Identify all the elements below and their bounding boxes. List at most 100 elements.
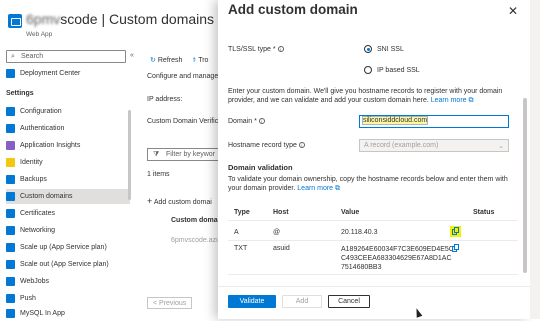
sidebar-item-label: Push — [20, 295, 36, 302]
cancel-button[interactable]: Cancel — [328, 295, 370, 308]
record-txt-value: A189264E60034F7C3E609ED4E5C C493CEEA6833… — [341, 245, 454, 272]
domain-row-value[interactable]: 6pmvscode.azu — [171, 237, 220, 244]
identity-icon — [6, 158, 15, 167]
sidebar-item-label: Networking — [20, 227, 56, 234]
column-header-custom-domain: Custom domai — [171, 217, 220, 224]
external-link-icon: ⧉ — [468, 97, 474, 104]
sidebar-search-input[interactable]: ⌕ Search — [6, 50, 126, 63]
page-title: 6pmvscode | Custom domains — [26, 11, 214, 27]
table-divider — [228, 240, 518, 241]
troubleshoot-button[interactable]: Tro — [198, 57, 208, 64]
search-placeholder: Search — [21, 53, 44, 60]
app-service-logo-icon — [8, 14, 22, 28]
chevron-down-icon: ⌄ — [498, 143, 504, 150]
networking-icon — [6, 226, 15, 235]
scale-out-icon — [6, 260, 15, 269]
troubleshoot-icon[interactable]: ⚕ — [192, 56, 196, 64]
column-header-status: Status — [473, 209, 495, 216]
hostname-record-type-placeholder: A record (example.com) — [364, 142, 439, 149]
sidebar-item-webjobs[interactable]: WebJobs — [6, 274, 130, 289]
sidebar-item-deployment-center[interactable]: Deployment Center — [6, 66, 130, 81]
close-icon[interactable]: ✕ — [508, 4, 518, 18]
sidebar-item-push[interactable]: Push — [6, 291, 130, 306]
validation-text: To validate your domain ownership, copy … — [228, 175, 510, 193]
info-icon[interactable]: i — [258, 118, 265, 124]
configuration-icon — [6, 107, 15, 116]
domain-label: Domain * i — [228, 118, 265, 125]
panel-title: Add custom domain — [228, 2, 358, 17]
learn-more-link[interactable]: Learn more ⧉ — [297, 185, 340, 192]
sidebar-item-identity[interactable]: Identity — [6, 155, 130, 170]
page-title-blurred: 6pmv — [26, 11, 61, 27]
domain-input-value: siliconsiddcloud.com — [363, 117, 428, 124]
record-a-host: @ — [273, 229, 281, 236]
sidebar-item-label: Identity — [20, 159, 43, 166]
main-toolbar: ↻ Refresh ⚕ Tro — [150, 56, 210, 65]
record-txt-value-line: C493CEEA683304629E67A8D1AC — [341, 255, 452, 262]
ip-address-label: IP address: — [147, 96, 183, 103]
domain-label-text: Domain * — [228, 118, 257, 125]
application-insights-icon — [6, 141, 15, 150]
sidebar-item-label: Application Insights — [20, 142, 81, 149]
info-icon[interactable]: i — [298, 142, 305, 148]
footer-divider — [218, 286, 530, 287]
filter-icon: ⧩ — [153, 151, 160, 158]
sidebar-item-label: WebJobs — [20, 278, 50, 285]
column-header-host: Host — [273, 209, 289, 216]
sidebar-item-label: Backups — [20, 176, 47, 183]
sidebar-item-application-insights[interactable]: Application Insights — [6, 138, 130, 153]
sidebar-item-label: Configuration — [20, 108, 62, 115]
sidebar-item-scale-up[interactable]: Scale up (App Service plan) — [6, 240, 130, 255]
panel-scrollbar[interactable] — [523, 98, 527, 273]
custom-domains-icon — [6, 192, 15, 201]
ip-based-ssl-label: IP based SSL — [377, 66, 420, 74]
sidebar-item-configuration[interactable]: Configuration — [6, 104, 130, 119]
record-a-type: A — [234, 229, 239, 236]
sidebar-item-custom-domains[interactable]: Custom domains — [6, 189, 130, 204]
mysql-icon — [6, 309, 15, 318]
webjobs-icon — [6, 277, 15, 286]
blade-header: 6pmvscode | Custom domains Web App — [0, 0, 230, 50]
validate-button[interactable]: Validate — [228, 295, 276, 308]
add-custom-domain-panel: Add custom domain ✕ TLS/SSL type * i SNI … — [218, 0, 530, 319]
sidebar-item-label: Authentication — [20, 125, 65, 132]
add-button[interactable]: Add — [282, 295, 322, 308]
intro-text: Enter your custom domain. We'll give you… — [228, 87, 510, 105]
collapse-sidebar-icon[interactable]: « — [130, 52, 134, 59]
info-icon[interactable]: i — [277, 46, 284, 52]
sidebar-scrollbar[interactable] — [128, 110, 131, 200]
refresh-button[interactable]: Refresh — [158, 57, 183, 64]
certificates-icon — [6, 209, 15, 218]
mouse-cursor-icon — [413, 307, 423, 318]
radio-sni-ssl[interactable]: SNI SSL — [364, 45, 404, 53]
hostname-record-type-select[interactable]: A record (example.com) ⌄ — [359, 139, 509, 152]
learn-more-link[interactable]: Learn more ⧉ — [431, 97, 474, 104]
sidebar-item-certificates[interactable]: Certificates — [6, 206, 130, 221]
table-divider — [228, 274, 518, 275]
deployment-center-icon — [6, 69, 15, 78]
scale-up-icon — [6, 243, 15, 252]
filter-input[interactable]: ⧩ Filter by keywor — [147, 148, 227, 161]
previous-page-button[interactable]: < Previous — [147, 297, 193, 309]
copy-icon[interactable] — [450, 226, 461, 237]
radio-ip-based-ssl[interactable]: IP based SSL — [364, 66, 420, 74]
table-divider — [228, 220, 518, 221]
copy-icon[interactable] — [450, 243, 461, 254]
plus-icon: + — [147, 196, 153, 206]
domain-validation-heading: Domain validation — [228, 163, 293, 172]
sidebar-item-networking[interactable]: Networking — [6, 223, 130, 238]
record-a-value: 20.118.40.3 — [341, 229, 378, 236]
copy-icon-front — [454, 227, 459, 233]
sidebar-item-label: Custom domains — [20, 193, 73, 200]
sidebar-item-authentication[interactable]: Authentication — [6, 121, 130, 136]
sidebar-item-label: Scale out (App Service plan) — [20, 261, 109, 268]
add-custom-domain-button[interactable]: + Add custom domai — [147, 196, 212, 206]
items-count: 1 items — [147, 171, 170, 178]
tls-ssl-type-label: TLS/SSL type * i — [228, 46, 284, 53]
sidebar-item-backups[interactable]: Backups — [6, 172, 130, 187]
record-txt-type: TXT — [234, 245, 248, 252]
column-header-type: Type — [234, 209, 250, 216]
refresh-icon[interactable]: ↻ — [150, 56, 156, 64]
sidebar-item-scale-out[interactable]: Scale out (App Service plan) — [6, 257, 130, 272]
domain-input[interactable]: siliconsiddcloud.com — [359, 115, 509, 128]
